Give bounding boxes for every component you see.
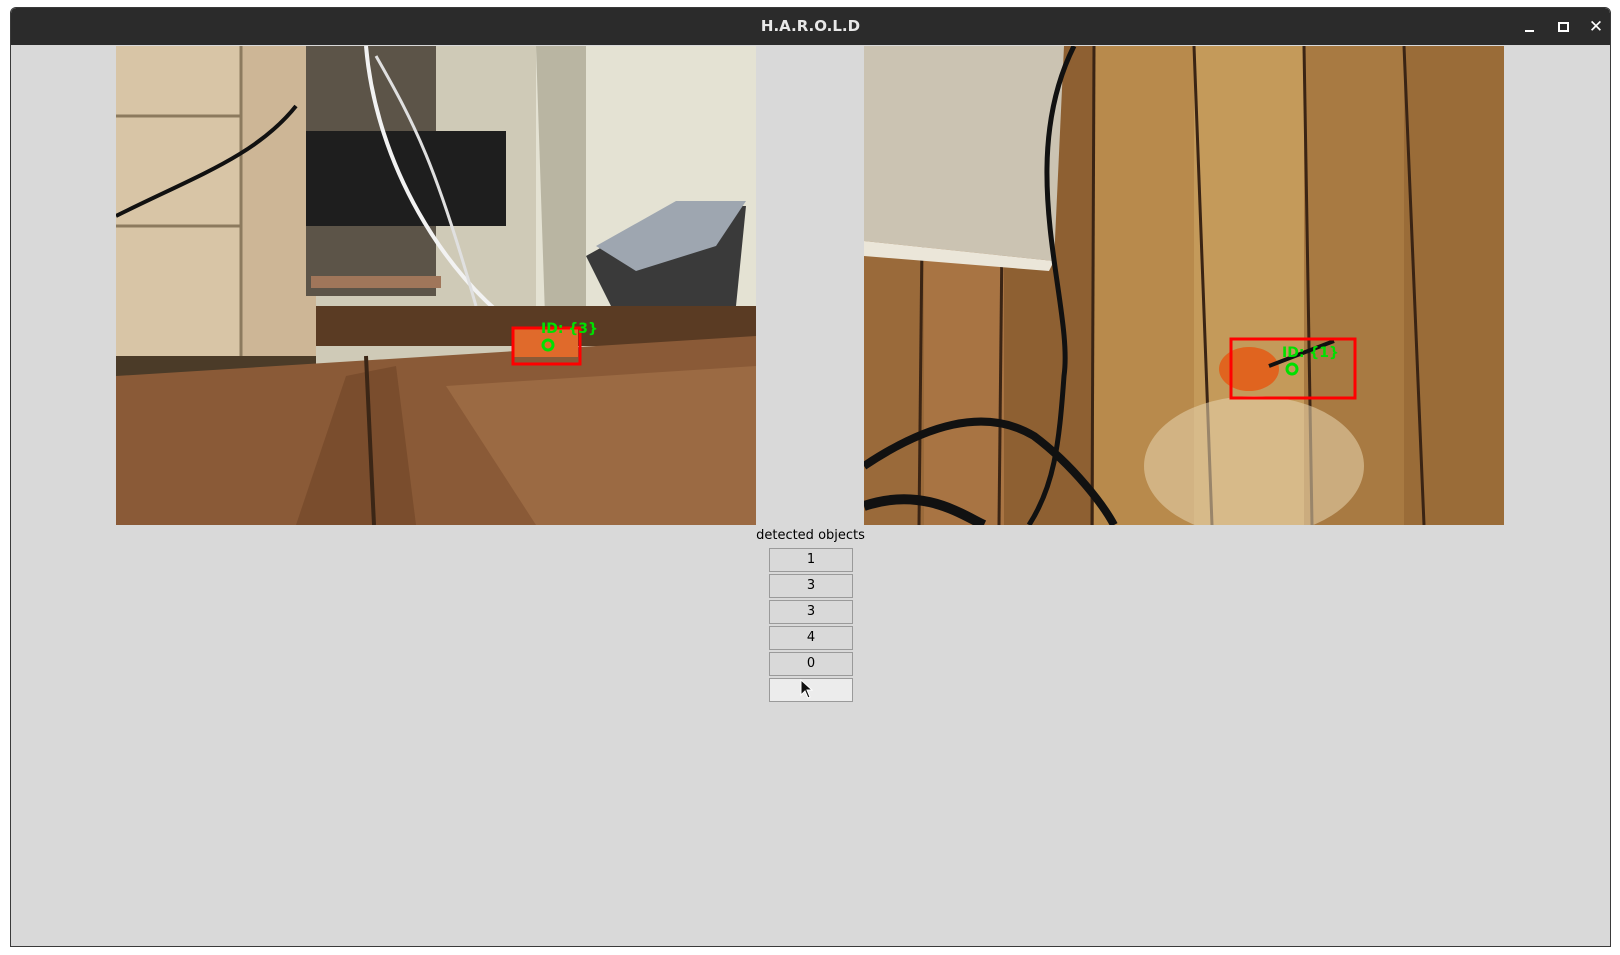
- detection-center-marker: [541, 338, 555, 352]
- detected-object-button[interactable]: 0: [769, 652, 853, 676]
- detection-overlay-left: ID: {3}: [511, 321, 598, 366]
- detection-overlay-right: ID: {1}: [1229, 337, 1357, 400]
- window-title: H.A.R.O.L.D: [760, 17, 861, 35]
- close-icon[interactable]: ✕: [1585, 16, 1607, 38]
- detected-object-button[interactable]: 4: [769, 626, 853, 650]
- detection-label: ID: {3}: [541, 321, 598, 337]
- camera-feed-left: ID: {3}: [116, 46, 756, 525]
- camera-feed-right: ID: {1}: [864, 46, 1504, 525]
- minimize-icon[interactable]: [1518, 16, 1540, 38]
- detection-center-marker: [1285, 362, 1299, 376]
- mouse-cursor-icon: [800, 679, 814, 699]
- detected-object-button[interactable]: 3: [769, 600, 853, 624]
- detected-object-button[interactable]: 1: [769, 548, 853, 572]
- maximize-icon[interactable]: [1552, 16, 1574, 38]
- app-window: H.A.R.O.L.D ✕ ID: {3} ID: {1} detected o…: [10, 7, 1611, 947]
- detection-label: ID: {1}: [1282, 345, 1339, 361]
- detected-objects-label: detected objects: [756, 528, 865, 543]
- detected-object-button[interactable]: 3: [769, 574, 853, 598]
- title-bar[interactable]: H.A.R.O.L.D ✕: [11, 8, 1610, 45]
